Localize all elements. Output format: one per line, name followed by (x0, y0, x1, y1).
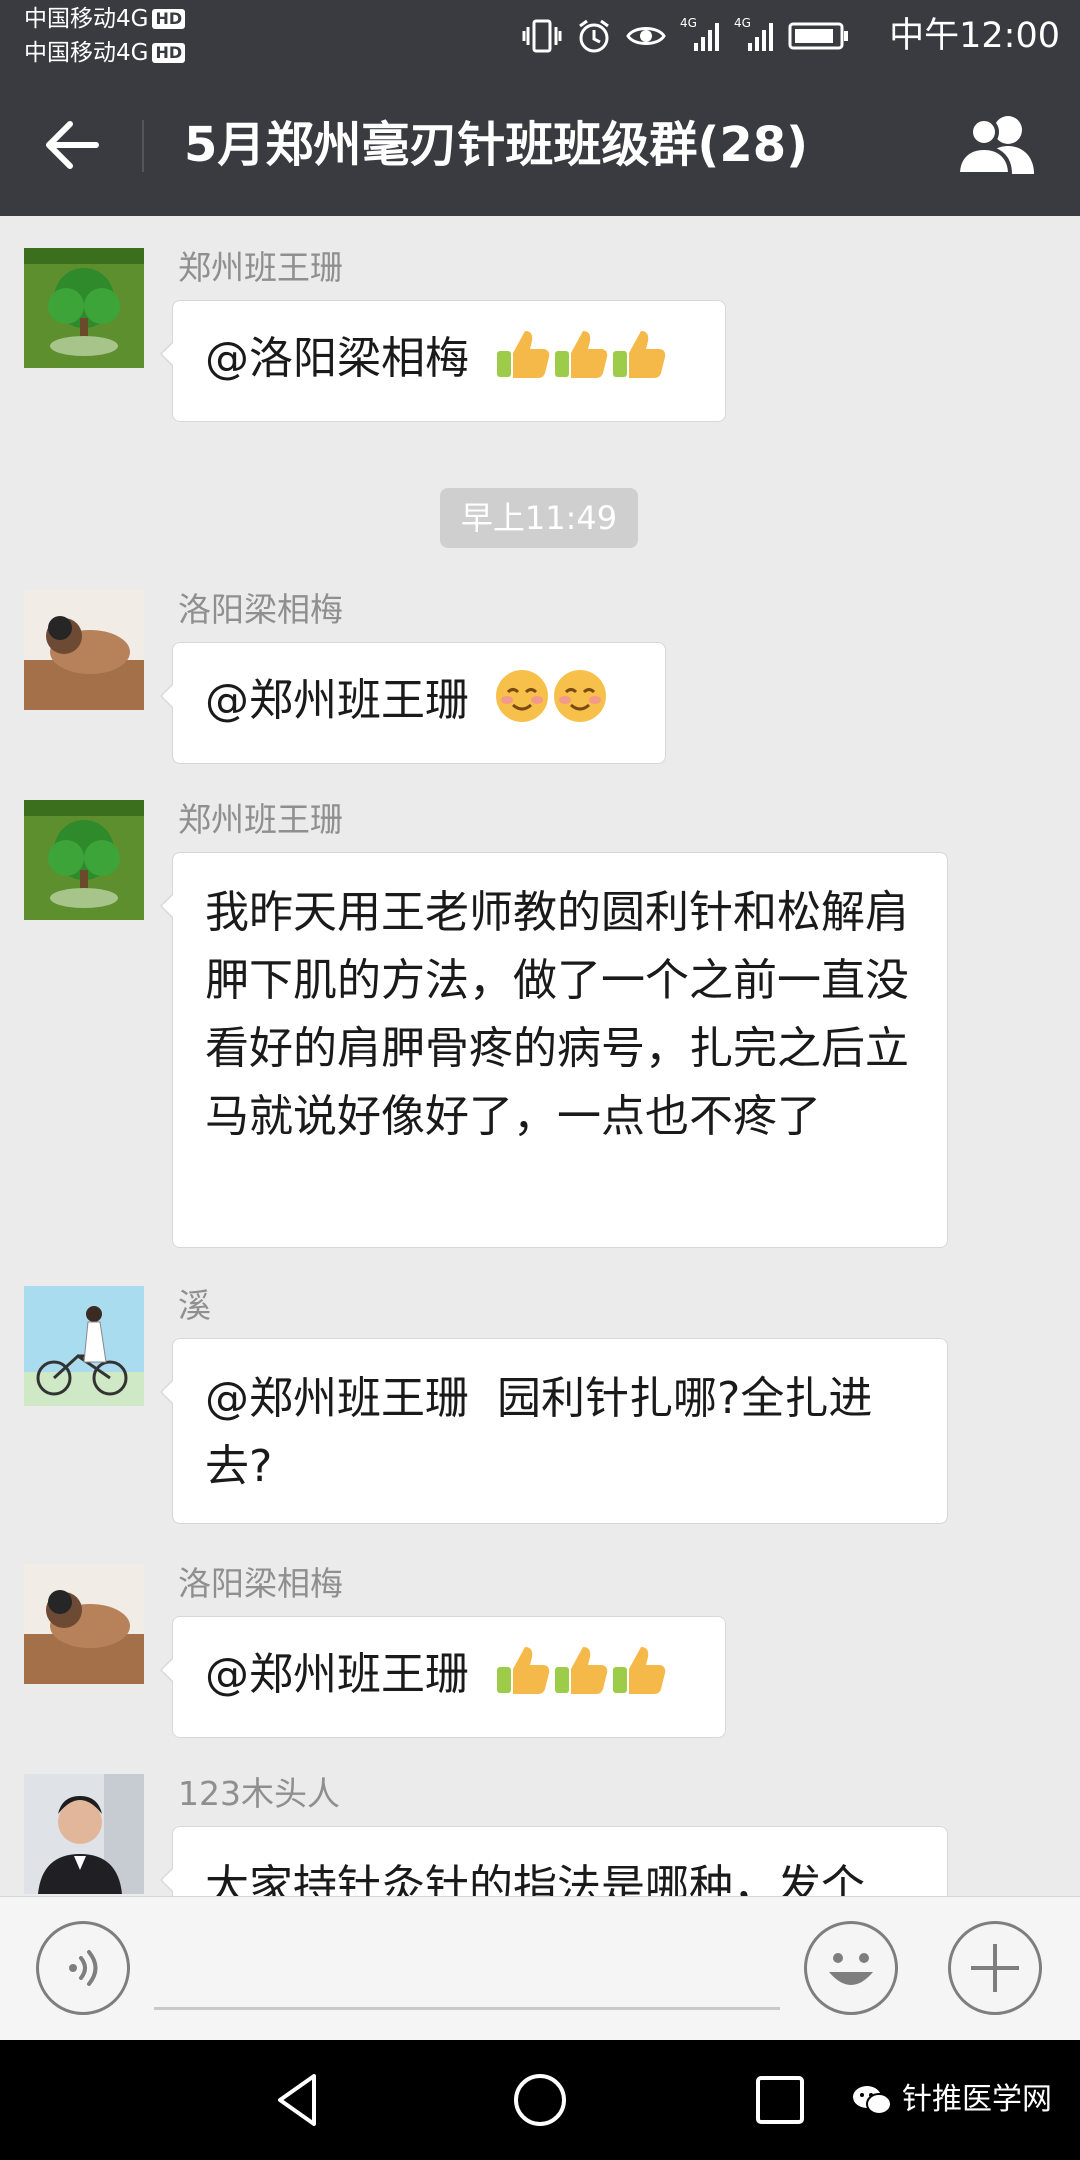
message-text: @郑州班王珊 (205, 675, 469, 726)
wechat-icon (853, 2086, 892, 2115)
timestamp-divider: 早上11:49 (440, 488, 638, 548)
bicycle-avatar[interactable] (24, 1286, 144, 1406)
message-bubble[interactable]: @郑州班王珊 (160, 642, 666, 764)
chat-header: 5月郑州毫刃针班班级群(28) (0, 72, 1080, 216)
status-bar: 中国移动4G HD 中国移动4G HD 4G 4G 中午12:00 (0, 0, 1080, 72)
sender-name: 郑州班王珊 (178, 248, 343, 287)
vibrate-icon (522, 19, 562, 53)
header-divider (142, 120, 144, 172)
chat-messages[interactable]: 郑州班王珊 @洛阳梁相梅 早上11:49 洛阳梁相梅 @郑州班王珊 郑州班王珊 … (0, 216, 1080, 1896)
group-members-icon[interactable] (954, 112, 1038, 178)
message-bubble[interactable]: @郑州班王珊 园利针扎哪?全扎进去? (160, 1338, 948, 1524)
battery-icon (788, 22, 848, 50)
recent-apps-icon[interactable] (750, 2070, 810, 2130)
tree-avatar[interactable] (24, 248, 144, 368)
message-text: @郑州班王珊 园利针扎哪?全扎进去? (205, 1373, 873, 1492)
home-circle-icon[interactable] (510, 2070, 570, 2130)
person-avatar[interactable] (24, 1564, 144, 1684)
tree-avatar[interactable] (24, 800, 144, 920)
sender-name: 洛阳梁相梅 (178, 590, 343, 629)
back-triangle-icon[interactable] (270, 2070, 330, 2130)
sender-name: 郑州班王珊 (178, 800, 343, 839)
system-nav-bar: 针推医学网 (0, 2040, 1080, 2160)
hd-badge: HD (152, 43, 186, 63)
thumbs-up-icon (613, 1647, 666, 1694)
thumbs-up-icon (497, 331, 550, 378)
voice-input-button[interactable] (36, 1921, 130, 2015)
alarm-icon (579, 19, 609, 53)
hd-badge: HD (152, 9, 186, 29)
watermark: 针推医学网 (852, 2080, 1052, 2120)
message-text: 大家持针灸针的指法是哪种，发个 (205, 1861, 865, 1896)
message-text: 我昨天用王老师教的圆利针和松解肩胛下肌的方法，做了一个之前一直没看好的肩胛骨疼的… (205, 887, 909, 1142)
status-time: 中午12:00 (889, 16, 1060, 56)
sender-name: 123木头人 (178, 1774, 340, 1813)
voice-icon (69, 1950, 98, 1986)
plus-icon (971, 1944, 1019, 1992)
smiling-face-icon (554, 670, 606, 722)
thumbs-up-icon (555, 331, 608, 378)
carrier-label: 中国移动4G HD (24, 4, 186, 34)
eye-icon (626, 27, 666, 45)
thumbs-up-icon (555, 1647, 608, 1694)
smiling-face-icon (496, 670, 548, 722)
message-bubble[interactable]: 我昨天用王老师教的圆利针和松解肩胛下肌的方法，做了一个之前一直没看好的肩胛骨疼的… (160, 852, 948, 1248)
input-bar (0, 1896, 1080, 2040)
person-avatar[interactable] (24, 590, 144, 710)
signal-icon: 4G (734, 17, 774, 53)
sender-name: 溪 (178, 1286, 211, 1325)
message-text: @郑州班王珊 (205, 1649, 469, 1700)
emoji-button[interactable] (804, 1921, 898, 2015)
message-text: @洛阳梁相梅 (205, 333, 469, 384)
status-icons: 4G 4G (522, 17, 850, 54)
thumbs-up-icon (613, 331, 666, 378)
message-bubble[interactable]: 大家持针灸针的指法是哪种，发个 (160, 1826, 948, 1896)
chat-title: 5月郑州毫刃针班班级群(28) (184, 117, 809, 173)
signal-icon: 4G (680, 17, 720, 53)
man-avatar[interactable] (24, 1774, 144, 1894)
back-arrow-icon[interactable] (40, 114, 102, 176)
sender-name: 洛阳梁相梅 (178, 1564, 343, 1603)
message-bubble[interactable]: @郑州班王珊 (160, 1616, 726, 1738)
thumbs-up-icon (497, 1647, 550, 1694)
message-bubble[interactable]: @洛阳梁相梅 (160, 300, 726, 422)
smiley-icon (829, 1953, 873, 1985)
more-options-button[interactable] (948, 1921, 1042, 2015)
carrier-label: 中国移动4G HD (24, 38, 186, 68)
message-input[interactable] (154, 2007, 780, 2010)
